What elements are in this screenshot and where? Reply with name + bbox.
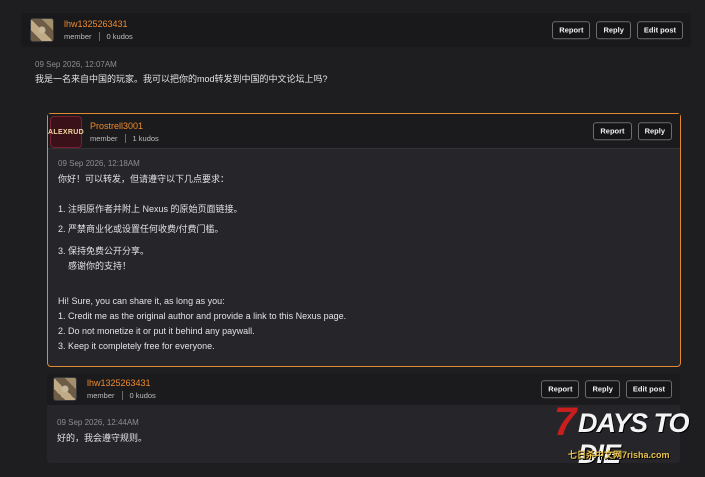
divider: [121, 391, 123, 400]
post-header: lhw1325263431 member 0 kudos Report Repl…: [47, 373, 680, 405]
post-header: lhw1325263431 member 0 kudos Report Repl…: [21, 13, 691, 47]
edit-post-button[interactable]: Edit post: [636, 21, 683, 39]
reply-button[interactable]: Reply: [596, 21, 631, 39]
role-label: member: [64, 32, 92, 41]
role-label: member: [87, 391, 115, 400]
post-line: 3. 保持免费公开分享。: [58, 246, 150, 256]
role-label: member: [90, 134, 118, 143]
post-line: 3. Keep it completely free for everyone.: [58, 341, 215, 351]
post-timestamp: 09 Sep 2026, 12:07AM: [35, 60, 117, 69]
post-line: 2. Do not monetize it or put it behind a…: [58, 326, 255, 336]
divider: [124, 134, 126, 143]
edit-post-button[interactable]: Edit post: [625, 380, 672, 398]
kudos-count: 0 kudos: [106, 32, 133, 41]
avatar[interactable]: [30, 18, 54, 42]
post-body: 我是一名来自中国的玩家。我可以把你的mod转发到中国的中文论坛上吗?: [35, 74, 328, 84]
username-link[interactable]: lhw1325263431: [64, 19, 133, 29]
reply-button[interactable]: Reply: [637, 122, 672, 140]
highlighted-reply: ALEXRUD Prostrell3001 member 1 kudos Rep…: [47, 113, 681, 367]
post-line: 感谢你的支持！: [68, 261, 132, 271]
post-header: ALEXRUD Prostrell3001 member 1 kudos Rep…: [48, 114, 680, 149]
site-watermark-logo: 7 DAYS TO DIE 七日杀中文网7risha.com: [554, 400, 701, 469]
kudos-count: 0 kudos: [129, 391, 156, 400]
post-body: 好的，我会遵守规则。: [57, 433, 148, 443]
post-line: 1. Credit me as the original author and …: [58, 311, 347, 321]
post-timestamp: 09 Sep 2026, 12:18AM: [58, 159, 140, 168]
report-button[interactable]: Report: [593, 122, 632, 140]
username-link[interactable]: lhw1325263431: [87, 378, 156, 388]
post-line: 1. 注明原作者并附上 Nexus 的原始页面链接。: [58, 204, 243, 214]
username-link[interactable]: Prostrell3001: [90, 121, 159, 131]
avatar[interactable]: [53, 377, 77, 401]
post-line: 你好！可以转发，但请遵守以下几点要求：: [58, 174, 230, 184]
report-button[interactable]: Report: [541, 380, 580, 398]
watermark-seven: 7: [554, 400, 577, 444]
watermark-subtitle: 七日杀中文网7risha.com: [568, 450, 670, 460]
post-line: Hi! Sure, you can share it, as long as y…: [58, 296, 225, 306]
post-line: 2. 严禁商业化或设置任何收费/付费门槛。: [58, 224, 224, 234]
user-role: member 0 kudos: [87, 391, 156, 400]
user-role: member 1 kudos: [90, 134, 159, 143]
post-timestamp: 09 Sep 2026, 12:44AM: [57, 418, 139, 427]
kudos-count: 1 kudos: [132, 134, 159, 143]
user-role: member 0 kudos: [64, 32, 133, 41]
avatar[interactable]: ALEXRUD: [48, 116, 84, 148]
reply-button[interactable]: Reply: [585, 380, 620, 398]
divider: [98, 32, 100, 41]
report-button[interactable]: Report: [552, 21, 591, 39]
